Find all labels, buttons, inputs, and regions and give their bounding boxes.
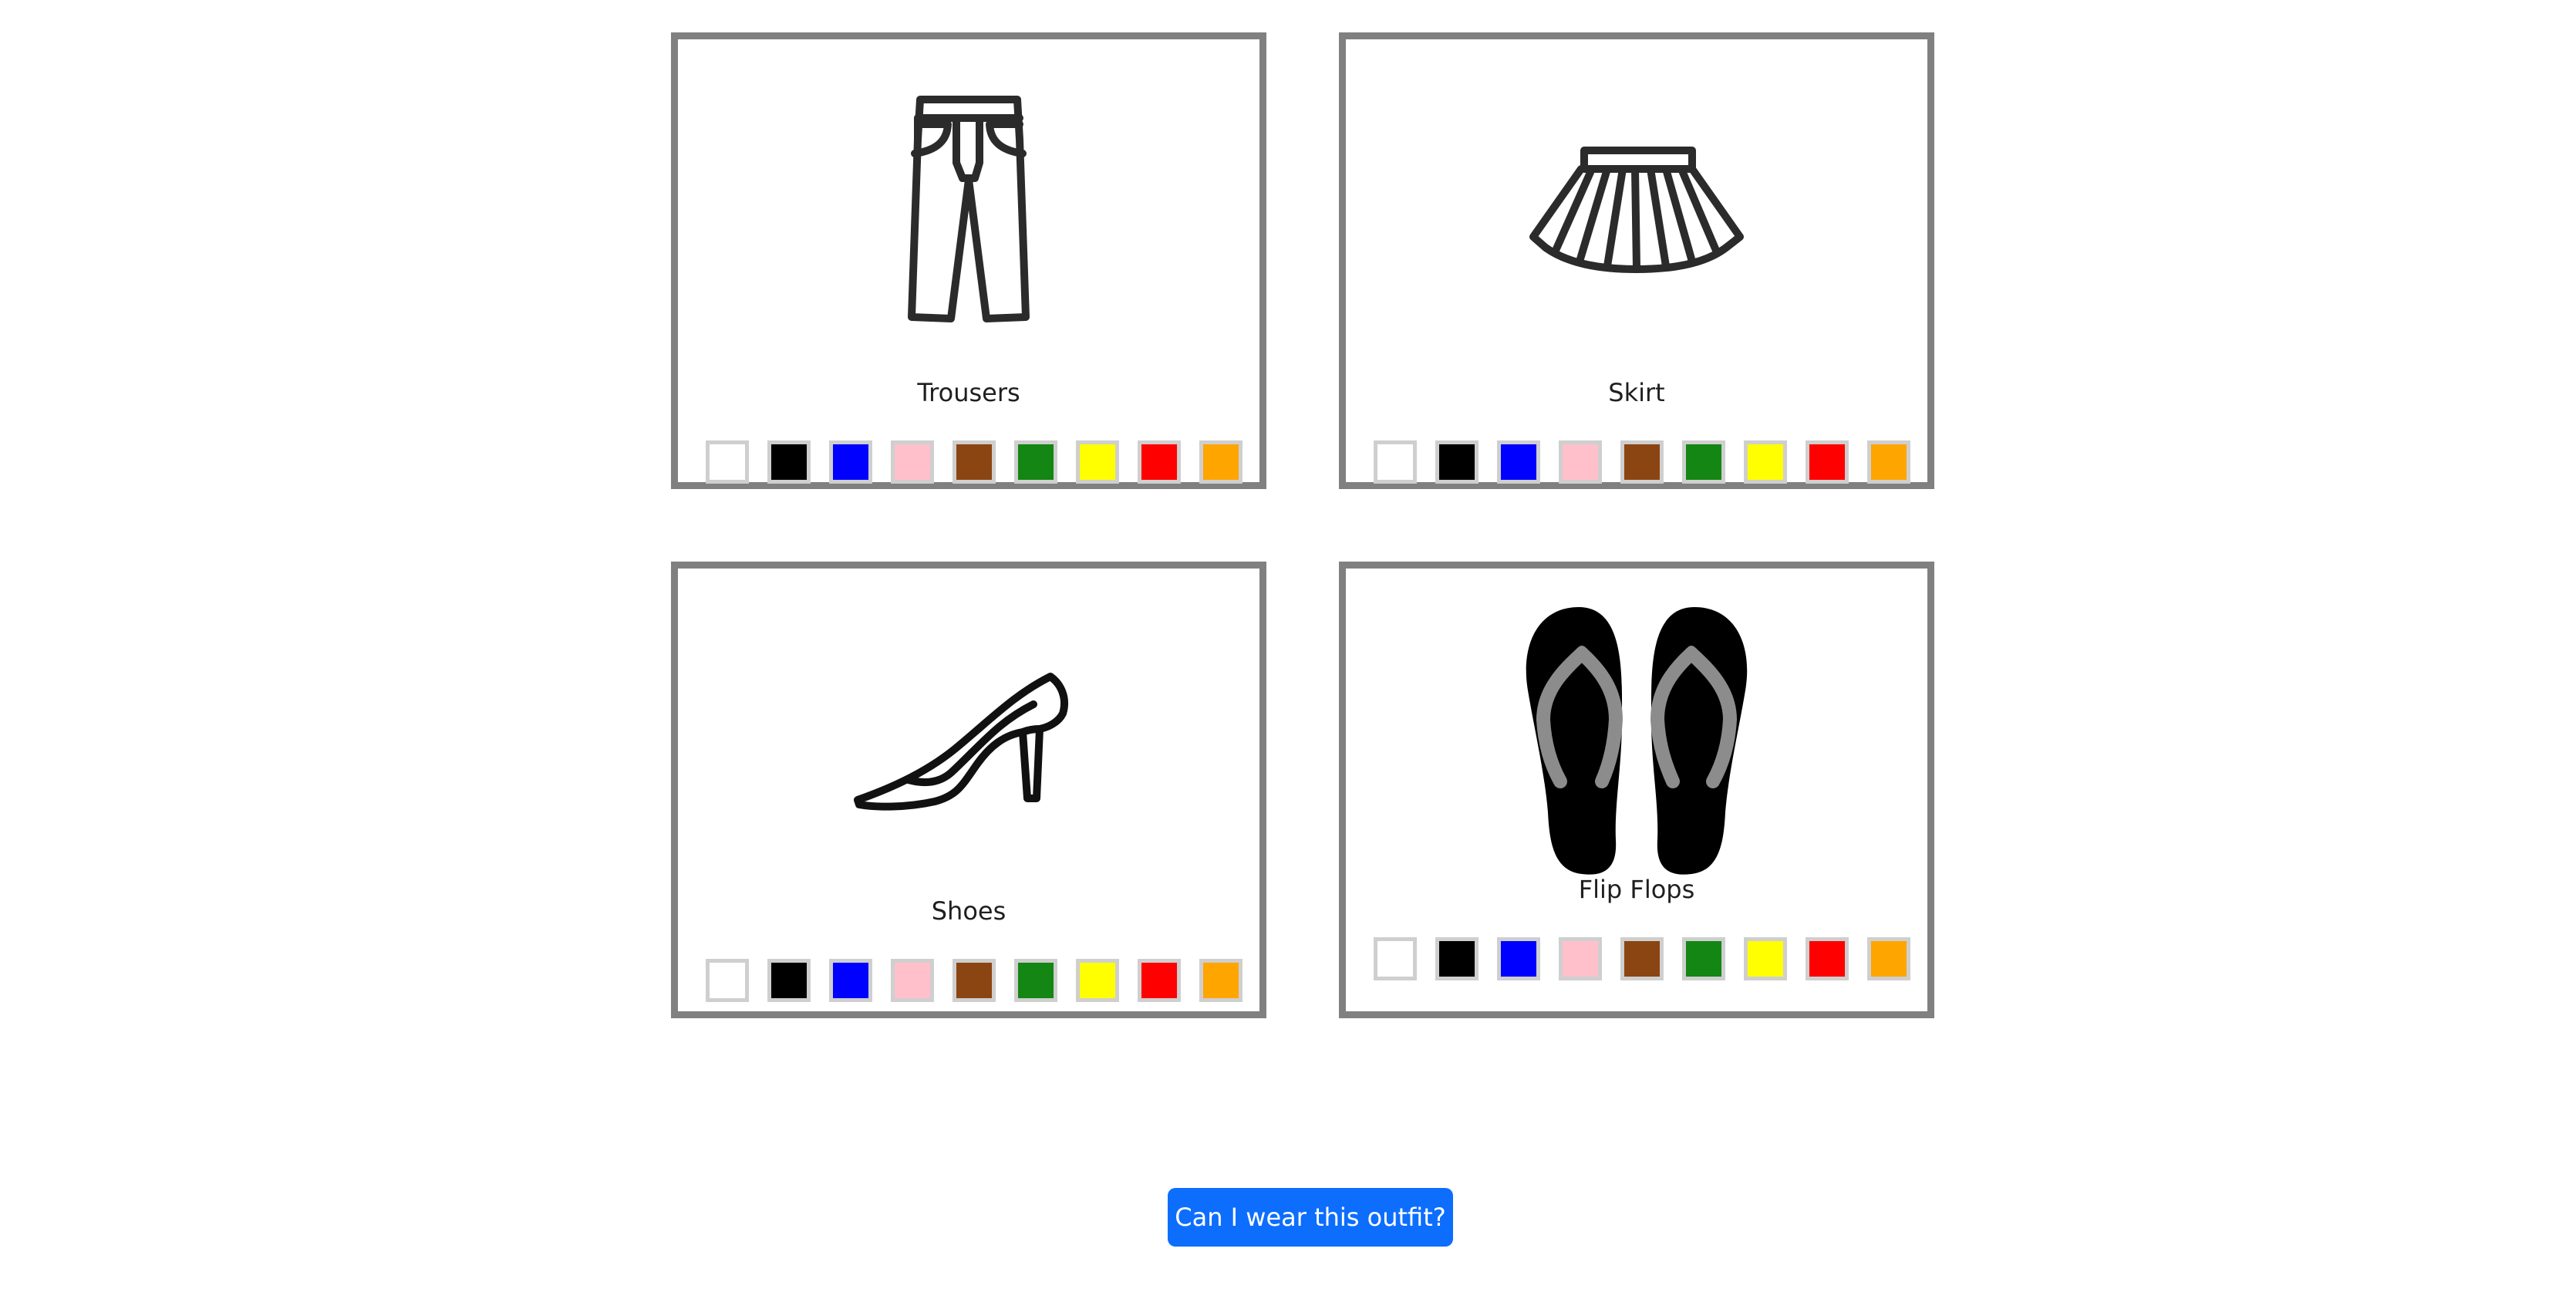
- color-swatch-red[interactable]: [1806, 440, 1849, 484]
- color-swatch-black[interactable]: [1435, 440, 1479, 484]
- item-card-flip-flops: Flip Flops: [1339, 562, 1934, 1018]
- color-swatch-orange[interactable]: [1199, 440, 1242, 484]
- item-card-trousers: Trousers: [671, 32, 1266, 489]
- color-swatch-white[interactable]: [1374, 440, 1417, 484]
- check-outfit-button[interactable]: Can I wear this outfit?: [1168, 1188, 1453, 1247]
- color-swatch-green[interactable]: [1682, 937, 1725, 980]
- color-swatch-blue[interactable]: [1497, 937, 1540, 980]
- color-swatch-green[interactable]: [1682, 440, 1725, 484]
- color-swatch-pink[interactable]: [891, 959, 934, 1002]
- color-swatch-orange[interactable]: [1867, 440, 1910, 484]
- color-swatch-red[interactable]: [1806, 937, 1849, 980]
- color-swatch-pink[interactable]: [1559, 937, 1602, 980]
- color-swatch-red[interactable]: [1138, 440, 1181, 484]
- item-card-shoes: Shoes: [671, 562, 1266, 1018]
- color-swatch-red[interactable]: [1138, 959, 1181, 1002]
- color-swatch-blue[interactable]: [829, 440, 872, 484]
- color-swatch-green[interactable]: [1014, 440, 1057, 484]
- color-swatches-shoes: [706, 959, 1242, 1002]
- color-swatch-white[interactable]: [706, 959, 749, 1002]
- trousers-icon: [908, 96, 1030, 322]
- color-swatch-pink[interactable]: [1559, 440, 1602, 484]
- item-label-shoes: Shoes: [931, 896, 1006, 926]
- color-swatch-orange[interactable]: [1199, 959, 1242, 1002]
- color-swatch-green[interactable]: [1014, 959, 1057, 1002]
- color-swatch-brown[interactable]: [953, 959, 996, 1002]
- color-swatch-yellow[interactable]: [1076, 440, 1119, 484]
- item-label-trousers: Trousers: [917, 378, 1020, 407]
- color-swatches-flip-flops: [1374, 937, 1910, 980]
- color-swatch-yellow[interactable]: [1076, 959, 1119, 1002]
- color-swatch-black[interactable]: [767, 959, 811, 1002]
- color-swatch-black[interactable]: [767, 440, 811, 484]
- color-swatch-yellow[interactable]: [1744, 937, 1787, 980]
- flip-flops-icon: [1526, 607, 1748, 875]
- color-swatch-blue[interactable]: [1497, 440, 1540, 484]
- color-swatches-trousers: [706, 440, 1242, 484]
- color-swatch-yellow[interactable]: [1744, 440, 1787, 484]
- color-swatch-brown[interactable]: [1620, 937, 1664, 980]
- item-label-flip-flops: Flip Flops: [1578, 875, 1695, 904]
- color-swatch-brown[interactable]: [1620, 440, 1664, 484]
- color-swatch-pink[interactable]: [891, 440, 934, 484]
- item-label-skirt: Skirt: [1608, 378, 1665, 407]
- item-card-skirt: Skirt: [1339, 32, 1934, 489]
- color-swatch-white[interactable]: [706, 440, 749, 484]
- color-swatches-skirt: [1374, 440, 1910, 484]
- high-heel-shoe-icon: [854, 673, 1068, 811]
- color-swatch-black[interactable]: [1435, 937, 1479, 980]
- color-swatch-orange[interactable]: [1867, 937, 1910, 980]
- color-swatch-blue[interactable]: [829, 959, 872, 1002]
- color-swatch-white[interactable]: [1374, 937, 1417, 980]
- color-swatch-brown[interactable]: [953, 440, 996, 484]
- skirt-icon: [1529, 147, 1744, 273]
